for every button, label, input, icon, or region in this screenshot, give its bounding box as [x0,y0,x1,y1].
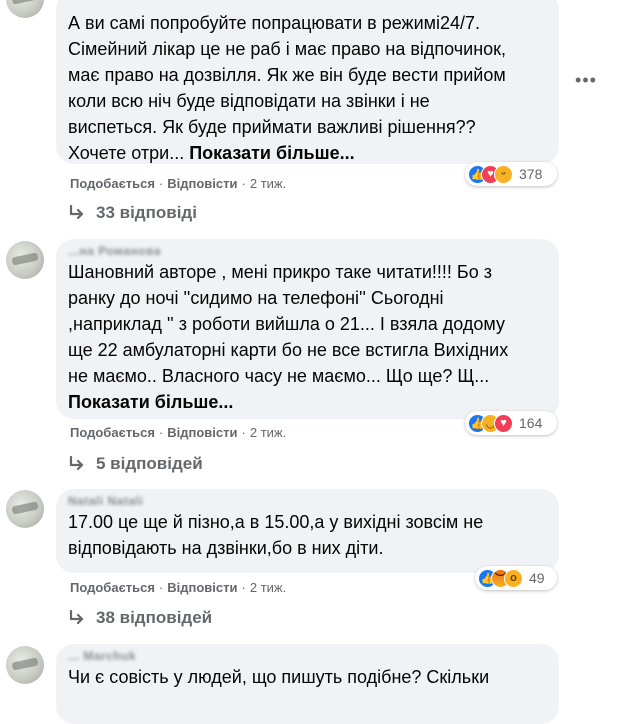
comment-text: А ви самі попробуйте попрацювати в режим… [68,13,507,163]
comment-text: Шановний авторе , мені прикро таке читат… [68,262,509,412]
reply-button[interactable]: Відповісти [167,580,237,595]
love-reaction-icon: ♥ [494,413,513,433]
more-options-icon[interactable]: ••• [570,64,602,96]
see-more-link[interactable]: Показати більше... [189,143,354,163]
comment-bubble: ... Marchuk Чи є совість у людей, що пиш… [56,644,559,724]
comment-bubble: ...на Романова Шановний авторе , мені пр… [56,239,559,419]
replies-count-label: 33 відповіді [96,203,197,222]
replies-count-label: 5 відповідей [96,454,203,473]
reactions-summary[interactable]: 👍 ︶ o 49 [475,566,557,590]
comment-bubble: Natali Natali 17.00 це ще й пізно,а в 15… [56,489,559,573]
reply-arrow-icon [69,205,84,220]
reaction-count: 378 [519,166,543,182]
comment-timestamp[interactable]: 2 тиж. [250,425,286,440]
comment-actions: Подобається · Відповісти · 2 тиж. [70,176,287,191]
reaction-count: 49 [529,570,545,586]
like-button[interactable]: Подобається [70,425,155,440]
see-more-link[interactable]: Показати більше... [68,392,233,412]
comment-text: Чи є совість у людей, що пишуть подібне?… [68,667,490,687]
comment-timestamp[interactable]: 2 тиж. [250,176,286,191]
comment-actions: Подобається · Відповісти · 2 тиж. [70,425,287,440]
comment-actions: Подобається · Відповісти · 2 тиж. [70,580,287,595]
view-replies-button[interactable]: 33 відповіді [68,203,197,223]
wow-reaction-icon: o [504,568,523,588]
comment-author[interactable]: ... Marchuk [68,650,547,662]
reply-arrow-icon [69,456,84,471]
comment-text: 17.00 це ще й пізно,а в 15.00,а у вихідн… [68,512,484,558]
comment-author[interactable] [68,0,547,4]
like-button[interactable]: Подобається [70,580,155,595]
view-replies-button[interactable]: 5 відповідей [68,454,203,474]
comment-author[interactable]: ...на Романова [68,245,547,257]
reply-button[interactable]: Відповісти [167,176,237,191]
comment-author[interactable]: Natali Natali [68,495,547,507]
replies-count-label: 38 відповідей [96,608,213,627]
reactions-summary[interactable]: 👍 ♥ ᵕ 378 [465,162,557,186]
comment-timestamp[interactable]: 2 тиж. [250,580,286,595]
reaction-count: 164 [519,415,543,431]
commenter-avatar[interactable] [6,241,44,279]
reply-button[interactable]: Відповісти [167,425,237,440]
like-button[interactable]: Подобається [70,176,155,191]
commenter-avatar[interactable] [6,0,44,18]
commenter-avatar[interactable] [6,646,44,684]
comment-bubble: А ви самі попробуйте попрацювати в режим… [56,0,559,164]
haha-reaction-icon: ᵕ [494,164,513,184]
view-replies-button[interactable]: 38 відповідей [68,608,212,628]
commenter-avatar[interactable] [6,490,44,528]
reactions-summary[interactable]: 👍 ◡ ♥ 164 [465,411,557,435]
reply-arrow-icon [69,610,84,625]
